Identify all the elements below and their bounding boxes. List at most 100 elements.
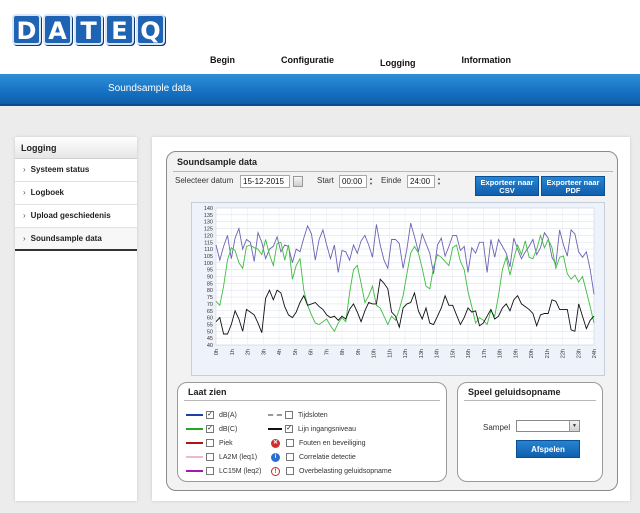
sidebar-item-logboek[interactable]: › Logboek — [15, 182, 137, 205]
legend-swatch — [186, 470, 203, 472]
dbc-checkbox[interactable]: ✓ — [206, 425, 214, 433]
sidebar-item-soundsample-data[interactable]: › Soundsample data — [15, 228, 137, 251]
sample-label: Sampel — [483, 422, 511, 432]
legend-item-dbc: ✓ dB(C) — [186, 424, 237, 434]
date-input[interactable]: 15-12-2015 — [240, 175, 290, 188]
y-tick-label: 120 — [204, 233, 213, 239]
export-pdf-button[interactable]: Exporteer naar PDF — [541, 176, 605, 196]
legend-item-lijn-ingangsniveau: ✓ Lijn ingangsniveau — [268, 424, 356, 434]
dateq-logo[interactable]: D A T E Q — [12, 14, 165, 45]
legend-item-piek: Piek — [186, 438, 233, 448]
x-tick-label: 24h — [592, 349, 598, 358]
legend-swatch — [186, 442, 203, 444]
lijn-ingangsniveau-checkbox[interactable]: ✓ — [285, 425, 293, 433]
nav-logging[interactable]: Logging — [380, 58, 416, 68]
legend-swatch — [268, 414, 282, 416]
fouten-checkbox[interactable] — [286, 439, 294, 447]
sidebar-item-systeem-status[interactable]: › Systeem status — [15, 159, 137, 182]
y-tick-label: 110 — [204, 247, 213, 253]
x-tick-label: 22h — [561, 349, 567, 358]
x-tick-label: 14h — [435, 349, 441, 358]
legend-label: dB(C) — [219, 425, 238, 433]
x-tick-label: 4h — [277, 349, 283, 355]
sound-level-chart: 40 45 50 55 60 65 70 75 80 85 90 95 100 105 110 115 120 1… — [191, 202, 605, 376]
x-tick-label: 15h — [450, 349, 456, 358]
start-time-stepper[interactable]: ▲ ▼ — [368, 176, 374, 187]
x-tick-label: 3h — [261, 349, 267, 355]
y-tick-label: 55 — [207, 322, 213, 328]
main-nav: Begin Configuratie Logging Information — [210, 55, 557, 68]
sample-select[interactable]: ▼ — [516, 420, 580, 432]
start-time-input[interactable]: 00:00 — [339, 175, 367, 188]
end-time-stepper[interactable]: ▲ ▼ — [436, 176, 442, 187]
x-tick-label: 0h — [214, 349, 220, 355]
piek-checkbox[interactable] — [206, 439, 214, 447]
sidebar-item-label: Systeem status — [30, 165, 90, 174]
page-title: Soundsample data — [108, 83, 192, 94]
y-tick-label: 80 — [207, 288, 213, 294]
tijdsloten-checkbox[interactable] — [285, 411, 293, 419]
logo-letter: A — [43, 14, 72, 45]
legend-item-lc15m: LC15M (leq2) — [186, 466, 261, 476]
y-tick-label: 70 — [207, 302, 213, 308]
x-tick-label: 20h — [529, 349, 535, 358]
legend-item-la2m: LA2M (leq1) — [186, 452, 257, 462]
y-tick-label: 140 — [204, 206, 213, 212]
x-tick-label: 8h — [340, 349, 346, 355]
export-csv-button[interactable]: Exporteer naar CSV — [475, 176, 539, 196]
dba-checkbox[interactable]: ✓ — [206, 411, 214, 419]
legend-item-overbelasting: ! Overbelasting geluidsopname — [271, 466, 392, 476]
x-tick-label: 19h — [513, 349, 519, 358]
show-options-title: Laat zien — [188, 387, 227, 397]
x-tick-label: 12h — [403, 349, 409, 358]
sound-level-chart-svg: 4045505560657075808590951001051101151201… — [204, 206, 598, 358]
y-tick-label: 85 — [207, 281, 213, 287]
logo-letter: Q — [136, 14, 165, 45]
logo-letter: E — [105, 14, 134, 45]
sidebar: Logging › Systeem status › Logboek › Upload… — [15, 137, 137, 501]
correlatie-checkbox[interactable] — [286, 453, 294, 461]
y-tick-label: 45 — [207, 336, 213, 342]
chevron-right-icon: › — [23, 211, 26, 220]
overbelasting-checkbox[interactable] — [286, 467, 294, 475]
x-tick-label: 18h — [498, 349, 504, 358]
divider — [464, 400, 596, 401]
divider — [173, 171, 613, 172]
legend-label: LA2M (leq1) — [219, 453, 258, 461]
chevron-right-icon: › — [23, 188, 26, 197]
sidebar-item-label: Soundsample data — [30, 234, 102, 243]
x-tick-label: 21h — [545, 349, 551, 358]
legend-label: Fouten en beveiliging — [299, 439, 366, 447]
x-tick-label: 6h — [309, 349, 315, 355]
calendar-icon[interactable] — [293, 176, 303, 187]
spin-down-icon[interactable]: ▼ — [436, 181, 442, 186]
chevron-down-icon[interactable]: ▼ — [569, 421, 579, 431]
end-time-input[interactable]: 24:00 — [407, 175, 435, 188]
x-tick-label: 16h — [466, 349, 472, 358]
x-tick-label: 11h — [387, 349, 393, 358]
y-tick-label: 130 — [204, 220, 213, 226]
x-tick-label: 7h — [324, 349, 330, 355]
x-tick-label: 10h — [372, 349, 378, 358]
sidebar-item-upload-geschiedenis[interactable]: › Upload geschiedenis — [15, 205, 137, 228]
sidebar-title: Logging — [15, 137, 137, 159]
info-icon: i — [271, 452, 280, 462]
la2m-checkbox[interactable] — [206, 453, 214, 461]
y-tick-label: 75 — [207, 295, 213, 301]
x-tick-label: 9h — [356, 349, 362, 355]
legend-item-dba: ✓ dB(A) — [186, 410, 237, 420]
lc15m-checkbox[interactable] — [206, 467, 214, 475]
play-button[interactable]: Afspelen — [516, 440, 580, 458]
nav-information[interactable]: Information — [462, 55, 512, 68]
page-title-band: Soundsample data — [0, 74, 640, 106]
y-tick-label: 125 — [204, 227, 213, 233]
nav-configuratie[interactable]: Configuratie — [281, 55, 334, 68]
main-content: Soundsample data Selecteer datum 15-12-2… — [152, 137, 630, 501]
x-tick-label: 17h — [482, 349, 488, 358]
spin-down-icon[interactable]: ▼ — [368, 181, 374, 186]
chevron-right-icon: › — [23, 165, 26, 174]
legend-label: dB(A) — [219, 411, 237, 419]
top-header: D A T E Q Begin Configuratie Logging Inf… — [0, 0, 640, 74]
legend-item-correlatie: i Correlatie detectie — [271, 452, 356, 462]
nav-begin[interactable]: Begin — [210, 55, 235, 68]
